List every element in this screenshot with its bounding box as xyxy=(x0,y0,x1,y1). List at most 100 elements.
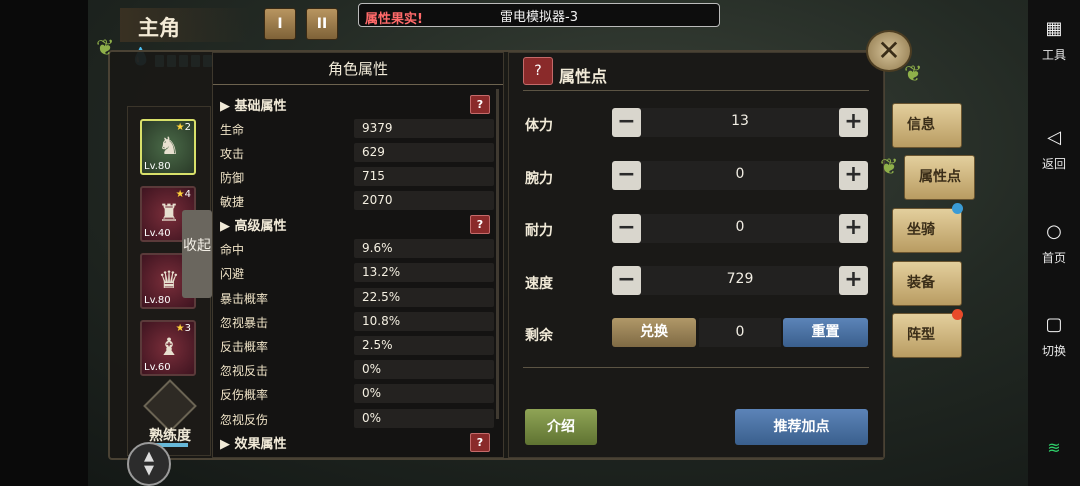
help-button[interactable]: ? xyxy=(470,95,490,114)
attribute-value: 0% xyxy=(362,411,382,425)
back-label: 返回 xyxy=(1041,157,1066,171)
section-title: 效果属性 xyxy=(234,437,287,452)
tab-info[interactable]: 信息 xyxy=(892,103,962,148)
collapse-button[interactable]: 收起 xyxy=(182,210,212,298)
attribute-name: 生命 xyxy=(220,123,245,137)
divider xyxy=(523,90,869,91)
leaf-icon: ❦ xyxy=(904,62,923,87)
help-button[interactable]: ? xyxy=(523,57,553,85)
attribute-value: 2070 xyxy=(362,193,393,207)
attribute-name: 忽视反伤 xyxy=(220,413,269,427)
attribute-name: 反伤概率 xyxy=(220,388,269,402)
hero-level: Lv.80 xyxy=(144,295,171,306)
close-icon[interactable]: ✕ xyxy=(866,30,912,72)
attribute-value: 715 xyxy=(362,169,385,183)
minus-button[interactable]: − xyxy=(612,214,641,243)
tab-formation[interactable]: 阵型 xyxy=(892,313,962,358)
tab-equipment[interactable]: 装备 xyxy=(892,261,962,306)
plus-button[interactable]: + xyxy=(839,214,868,243)
triangle-icon: ▶ xyxy=(220,99,235,114)
stat-value: 0 xyxy=(735,219,745,235)
effect-attributes-header[interactable]: ▶ 效果属性 ? xyxy=(220,433,490,453)
remaining-label: 剩余 xyxy=(525,328,553,344)
tools-label: 工具 xyxy=(1041,48,1066,62)
hero-level: Lv.40 xyxy=(144,228,171,239)
attribute-row: 反击概率 2.5% xyxy=(220,336,494,356)
attribute-value: 9.6% xyxy=(362,241,393,255)
minus-button[interactable]: − xyxy=(612,266,641,295)
attribute-row: 忽视反伤 0% xyxy=(220,409,494,429)
home-button[interactable]: ○ 首页 xyxy=(1028,221,1080,266)
attribute-name: 命中 xyxy=(220,243,245,257)
intro-button[interactable]: 介绍 xyxy=(525,409,597,445)
stat-label: 速度 xyxy=(525,276,553,292)
game-screen: 属性果实! 雷电模拟器-3 主角 I II 💧 ❦ ♞ ★2 Lv.80 ♜ ★… xyxy=(0,0,1080,486)
plus-button[interactable]: + xyxy=(839,161,868,190)
exchange-button[interactable]: 兑换 xyxy=(612,318,696,347)
help-button[interactable]: ? xyxy=(470,433,490,452)
home-label: 首页 xyxy=(1041,251,1066,265)
minus-button[interactable]: − xyxy=(612,108,641,137)
basic-attributes-header[interactable]: ▶ 基础属性 ? xyxy=(220,95,490,115)
attribute-row: 生命 9379 xyxy=(220,119,494,139)
attribute-name: 防御 xyxy=(220,171,245,185)
hero-portrait-icon: ♞ xyxy=(158,132,180,160)
attribute-scrollbar[interactable] xyxy=(496,89,499,419)
left-black-bar xyxy=(0,0,88,486)
recommend-points-button[interactable]: 推荐加点 xyxy=(735,409,868,445)
attribute-name: 闪避 xyxy=(220,267,245,281)
minus-button[interactable]: − xyxy=(612,161,641,190)
mastery-button[interactable]: 熟练度 xyxy=(140,379,200,447)
attribute-row: 暴击概率 22.5% xyxy=(220,288,494,308)
window-title: 雷电模拟器-3 xyxy=(500,10,578,25)
emulator-title-bar: 属性果实! 雷电模拟器-3 xyxy=(358,3,720,27)
stat-stepper: − 0 + xyxy=(612,161,868,190)
triangle-icon: ▶ xyxy=(220,437,235,452)
plus-button[interactable]: + xyxy=(839,266,868,295)
tab-one-button[interactable]: I xyxy=(264,8,296,40)
stat-stepper: − 13 + xyxy=(612,108,868,137)
attribute-value: 13.2% xyxy=(362,265,401,279)
help-button[interactable]: ? xyxy=(470,215,490,234)
hero-slot-4[interactable]: ♝ ★3 Lv.60 xyxy=(140,320,196,376)
tools-button[interactable]: ▦ 工具 xyxy=(1028,18,1080,63)
back-button[interactable]: ◁ 返回 xyxy=(1028,127,1080,172)
attribute-value: 2.5% xyxy=(362,338,393,352)
reset-button[interactable]: 重置 xyxy=(783,318,868,347)
triangle-icon: ▶ xyxy=(220,219,235,234)
emulator-sidebar: ▦ 工具 ◁ 返回 ○ 首页 ▢ 切换 ≋ xyxy=(1028,0,1080,486)
attribute-row: 命中 9.6% xyxy=(220,239,494,259)
leaf-icon: ❦ xyxy=(96,36,115,61)
stat-label: 腕力 xyxy=(525,171,553,187)
attribute-value: 22.5% xyxy=(362,290,401,304)
section-title: 高级属性 xyxy=(234,219,287,234)
attribute-row: 敏捷 2070 xyxy=(220,191,494,211)
tab-two-button[interactable]: II xyxy=(306,8,338,40)
attribute-value: 9379 xyxy=(362,121,393,135)
attribute-row: 防御 715 xyxy=(220,167,494,187)
switch-button[interactable]: ▢ 切换 xyxy=(1028,314,1080,359)
attribute-name: 敏捷 xyxy=(220,195,245,209)
leaf-icon: ❦ xyxy=(880,155,899,180)
attribute-points-panel: ? 属性点 体力 − 13 + 腕力 − 0 + 耐力 − 0 + 速度 − 7… xyxy=(508,52,884,458)
tab-mount[interactable]: 坐骑 xyxy=(892,208,962,253)
tab-attribute-points[interactable]: 属性点 xyxy=(904,155,975,200)
hero-level: Lv.80 xyxy=(144,161,171,172)
advanced-attributes-header[interactable]: ▶ 高级属性 ? xyxy=(220,215,490,235)
attribute-row: 忽视暴击 10.8% xyxy=(220,312,494,332)
switch-label: 切换 xyxy=(1041,344,1066,358)
hero-slot-1[interactable]: ♞ ★2 Lv.80 xyxy=(140,119,196,175)
star-icon: ★3 xyxy=(175,323,191,334)
attribute-name: 忽视反击 xyxy=(220,364,269,378)
stat-label: 耐力 xyxy=(525,223,553,239)
attribute-panel-title: 角色属性 xyxy=(213,53,503,85)
back-icon: ◁ xyxy=(1047,127,1061,148)
attribute-panel: 角色属性 ▶ 基础属性 ? 生命 9379 攻击 629 防御 715 敏捷 2070 … xyxy=(212,52,504,458)
attribute-name: 反击概率 xyxy=(220,340,269,354)
scroll-arrows-icon[interactable]: ▲ ▼ xyxy=(127,442,171,486)
plus-button[interactable]: + xyxy=(839,108,868,137)
wifi-icon: ≋ xyxy=(1047,438,1061,457)
attribute-row: 忽视反击 0% xyxy=(220,360,494,380)
attribute-value: 0% xyxy=(362,362,382,376)
notification-dot xyxy=(952,203,963,214)
